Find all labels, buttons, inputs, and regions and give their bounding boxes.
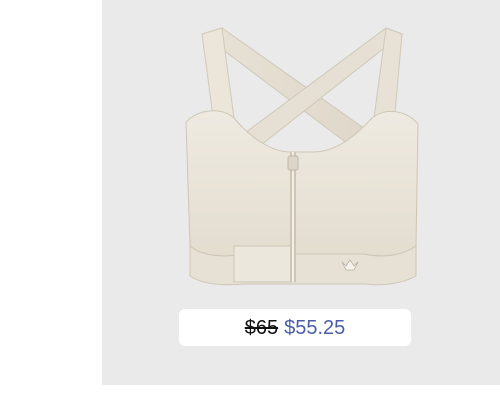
original-price: $65 xyxy=(244,316,279,339)
price-tag: $65 $55.25 xyxy=(179,309,411,346)
sale-price: $55.25 xyxy=(284,316,346,339)
bra-body xyxy=(185,110,419,257)
product-card[interactable]: $65 $55.25 xyxy=(102,0,500,385)
product-image[interactable] xyxy=(102,0,500,300)
